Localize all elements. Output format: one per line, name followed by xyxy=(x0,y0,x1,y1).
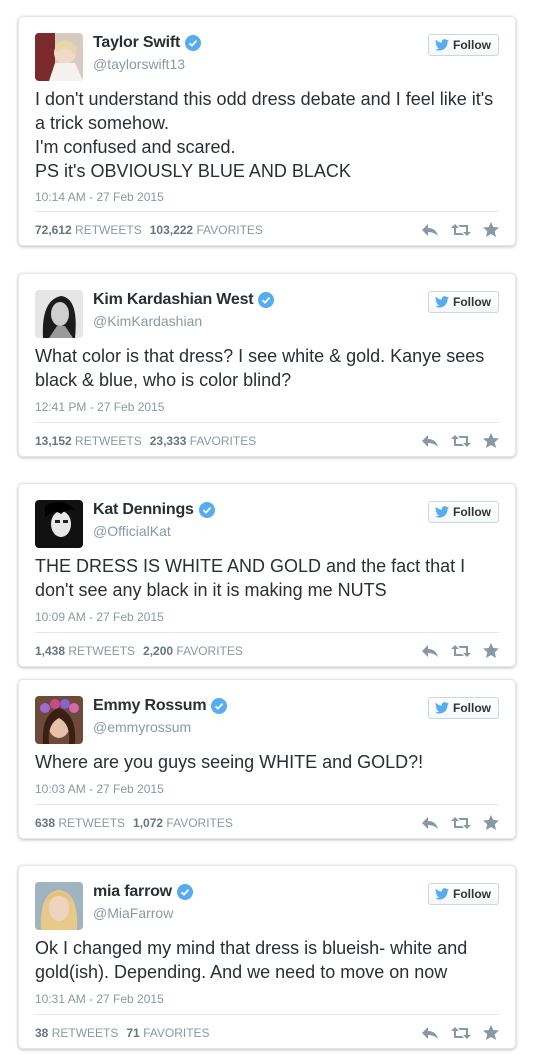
user-handle[interactable]: @KimKardashian xyxy=(93,313,202,329)
user-handle[interactable]: @emmyrossum xyxy=(93,719,191,735)
verified-badge-icon xyxy=(176,884,193,900)
favorite-count[interactable]: 23,333 FAVORITES xyxy=(150,434,257,448)
twitter-bird-icon xyxy=(435,296,449,308)
tweet-card: Kim Kardashian West @KimKardashian Follo… xyxy=(18,273,516,457)
follow-button[interactable]: Follow xyxy=(428,34,499,56)
tweet-timestamp[interactable]: 10:14 AM - 27 Feb 2015 xyxy=(35,190,164,204)
user-handle[interactable]: @OfficialKat xyxy=(93,523,171,539)
tweet-card: Taylor Swift @taylorswift13 Follow I don… xyxy=(18,16,516,246)
retweet-icon[interactable] xyxy=(451,223,471,237)
favorite-count[interactable]: 2,200 FAVORITES xyxy=(143,644,243,658)
tweet-actions xyxy=(421,1025,499,1040)
divider xyxy=(35,804,499,805)
follow-label: Follow xyxy=(453,38,491,52)
retweet-icon[interactable] xyxy=(451,644,471,658)
twitter-bird-icon xyxy=(435,888,449,900)
verified-badge-icon xyxy=(185,35,202,51)
favorite-star-icon[interactable] xyxy=(483,815,499,830)
avatar[interactable] xyxy=(35,882,83,930)
favorite-count[interactable]: 71 FAVORITES xyxy=(126,1026,209,1040)
retweet-icon[interactable] xyxy=(451,434,471,448)
favorite-star-icon[interactable] xyxy=(483,222,499,237)
tweet-actions xyxy=(421,433,499,448)
tweet-actions xyxy=(421,815,499,830)
divider xyxy=(35,632,499,633)
user-handle[interactable]: @taylorswift13 xyxy=(93,56,185,72)
tweet-timestamp[interactable]: 10:03 AM - 27 Feb 2015 xyxy=(35,782,164,796)
favorite-count[interactable]: 1,072 FAVORITES xyxy=(133,816,233,830)
retweet-count[interactable]: 72,612 RETWEETS xyxy=(35,223,142,237)
user-name[interactable]: Kat Dennings xyxy=(93,501,194,519)
twitter-bird-icon xyxy=(435,506,449,518)
twitter-bird-icon xyxy=(435,702,449,714)
follow-button[interactable]: Follow xyxy=(428,501,499,523)
follow-button[interactable]: Follow xyxy=(428,291,499,313)
twitter-bird-icon xyxy=(435,39,449,51)
follow-label: Follow xyxy=(453,505,491,519)
tweet-actions xyxy=(421,222,499,237)
divider xyxy=(35,1014,499,1015)
follow-label: Follow xyxy=(453,295,491,309)
retweet-count[interactable]: 638 RETWEETS xyxy=(35,816,125,830)
verified-badge-icon xyxy=(198,502,215,518)
favorite-count[interactable]: 103,222 FAVORITES xyxy=(150,223,263,237)
divider xyxy=(35,211,499,212)
follow-button[interactable]: Follow xyxy=(428,697,499,719)
tweet-card: Kat Dennings @OfficialKat Follow THE DRE… xyxy=(18,483,516,667)
reply-icon[interactable] xyxy=(421,1026,439,1040)
follow-label: Follow xyxy=(453,887,491,901)
favorite-star-icon[interactable] xyxy=(483,1025,499,1040)
tweet-text: Where are you guys seeing WHITE and GOLD… xyxy=(35,752,424,772)
divider xyxy=(35,422,499,423)
tweet-stats: 1,438 RETWEETS 2,200 FAVORITES xyxy=(35,644,243,658)
tweet-actions xyxy=(421,643,499,658)
tweet-card: Emmy Rossum @emmyrossum Follow Where are… xyxy=(18,679,516,839)
retweet-count[interactable]: 38 RETWEETS xyxy=(35,1026,118,1040)
user-name[interactable]: Kim Kardashian West xyxy=(93,291,254,309)
tweet-timestamp[interactable]: 12:41 PM - 27 Feb 2015 xyxy=(35,400,164,414)
retweet-count[interactable]: 1,438 RETWEETS xyxy=(35,644,135,658)
tweet-text: What color is that dress? I see white & … xyxy=(35,346,485,390)
retweet-icon[interactable] xyxy=(451,816,471,830)
avatar[interactable] xyxy=(35,33,83,81)
tweet-text: THE DRESS IS WHITE AND GOLD and the fact… xyxy=(35,556,466,600)
tweet-stats: 72,612 RETWEETS 103,222 FAVORITES xyxy=(35,223,263,237)
avatar[interactable] xyxy=(35,500,83,548)
tweet-stats: 638 RETWEETS 1,072 FAVORITES xyxy=(35,816,233,830)
tweet-card: mia farrow @MiaFarrow Follow Ok I change… xyxy=(18,865,516,1049)
user-name[interactable]: Taylor Swift xyxy=(93,34,180,52)
tweet-stats: 38 RETWEETS 71 FAVORITES xyxy=(35,1026,210,1040)
follow-button[interactable]: Follow xyxy=(428,883,499,905)
tweet-stats: 13,152 RETWEETS 23,333 FAVORITES xyxy=(35,434,256,448)
favorite-star-icon[interactable] xyxy=(483,433,499,448)
tweet-timestamp[interactable]: 10:31 AM - 27 Feb 2015 xyxy=(35,992,164,1006)
retweet-icon[interactable] xyxy=(451,1026,471,1040)
user-name[interactable]: Emmy Rossum xyxy=(93,697,207,715)
reply-icon[interactable] xyxy=(421,644,439,658)
verified-badge-icon xyxy=(258,292,275,308)
tweet-text: I don't understand this odd dress debate… xyxy=(35,89,494,181)
tweet-timestamp[interactable]: 10:09 AM - 27 Feb 2015 xyxy=(35,610,164,624)
tweet-text: Ok I changed my mind that dress is bluei… xyxy=(35,938,468,982)
follow-label: Follow xyxy=(453,701,491,715)
favorite-star-icon[interactable] xyxy=(483,643,499,658)
user-handle[interactable]: @MiaFarrow xyxy=(93,905,173,921)
avatar[interactable] xyxy=(35,290,83,338)
retweet-count[interactable]: 13,152 RETWEETS xyxy=(35,434,142,448)
reply-icon[interactable] xyxy=(421,434,439,448)
reply-icon[interactable] xyxy=(421,816,439,830)
verified-badge-icon xyxy=(211,698,228,714)
reply-icon[interactable] xyxy=(421,223,439,237)
user-name[interactable]: mia farrow xyxy=(93,883,172,901)
avatar[interactable] xyxy=(35,696,83,744)
